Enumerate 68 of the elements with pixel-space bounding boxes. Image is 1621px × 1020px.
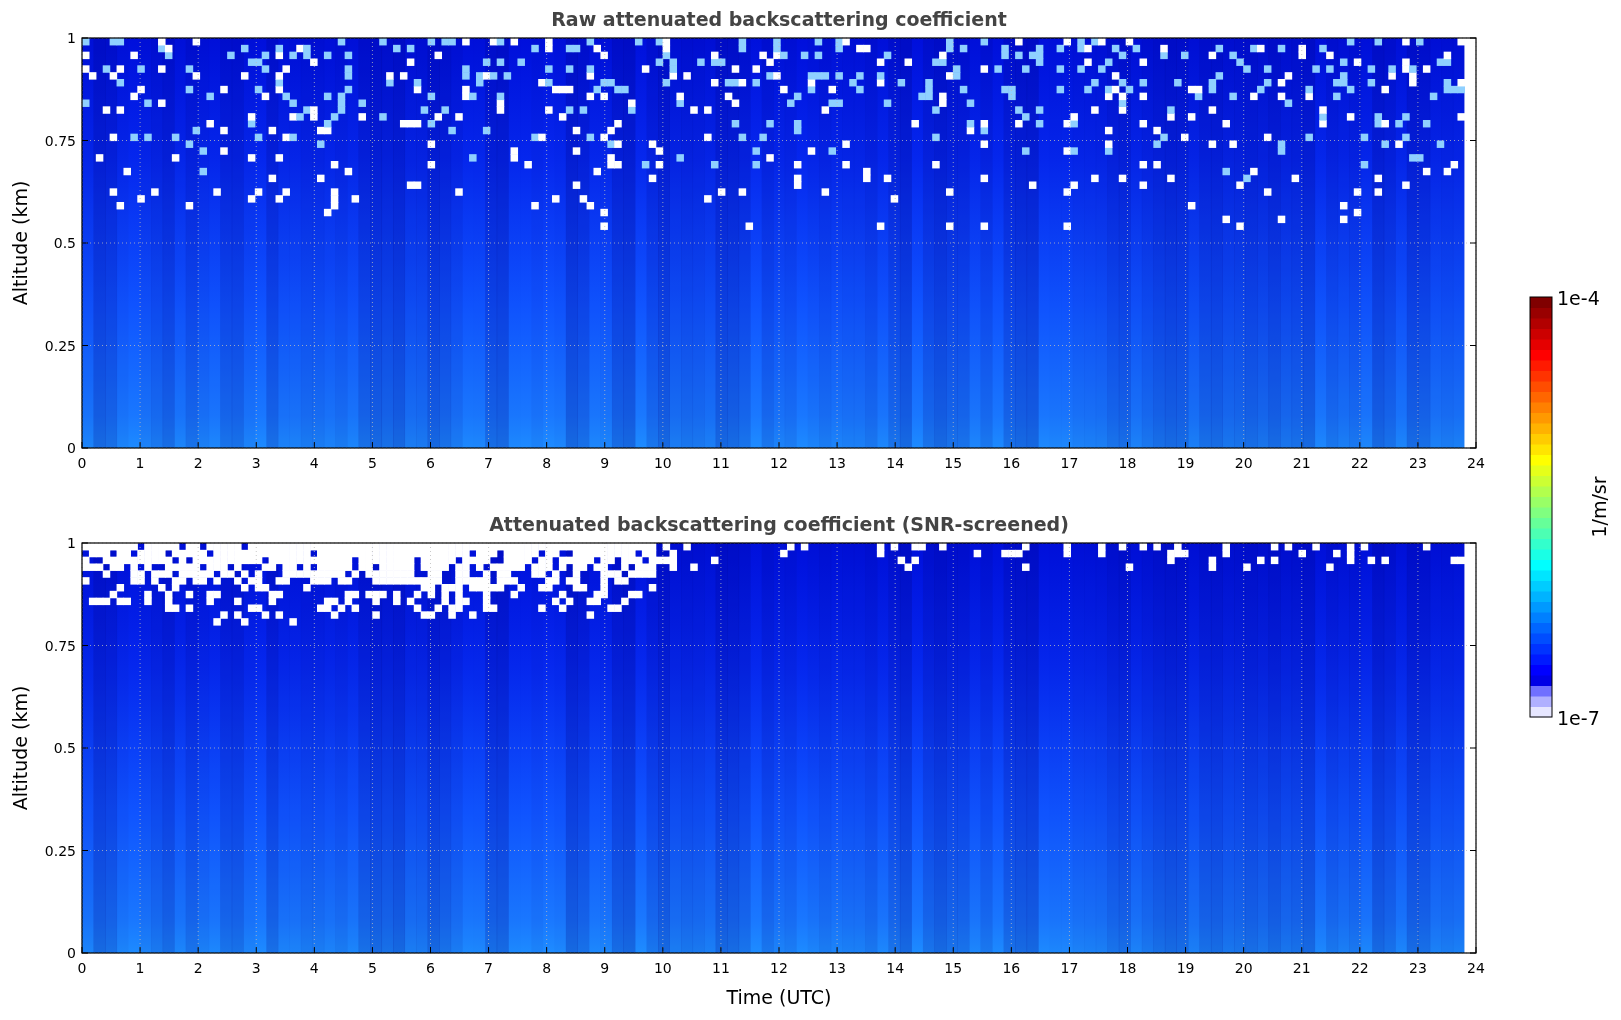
- plot-title: Attenuated backscattering coefficient (SNR-screened): [489, 513, 1069, 535]
- x-tick-label: 6: [426, 455, 435, 471]
- x-tick-label: 0: [77, 455, 87, 471]
- x-tick-label: 17: [1060, 455, 1079, 471]
- y-tick-label: 0: [67, 945, 76, 961]
- x-tick-label: 12: [770, 960, 788, 976]
- x-tick-label: 13: [828, 960, 846, 976]
- plot-title: Raw attenuated backscattering coefficient: [551, 8, 1007, 30]
- y-tick-label: 0.25: [44, 842, 76, 859]
- x-tick-label: 20: [1234, 455, 1253, 471]
- x-tick-label: 13: [828, 455, 846, 471]
- x-tick-label: 4: [309, 960, 319, 976]
- x-tick-label: 11: [712, 455, 730, 471]
- x-tick-label: 5: [367, 455, 377, 471]
- y-axis-label: Altitude (km): [9, 685, 31, 811]
- x-tick-label: 2: [193, 960, 203, 976]
- x-tick-label: 22: [1350, 455, 1369, 471]
- x-tick-label: 16: [1002, 960, 1021, 976]
- x-tick-label: 7: [484, 455, 494, 471]
- y-tick-label: 0.75: [44, 637, 76, 654]
- x-tick-label: 9: [600, 455, 610, 471]
- x-tick-label: 8: [542, 455, 552, 471]
- x-tick-label: 9: [600, 960, 610, 976]
- x-tick-label: 12: [770, 455, 788, 471]
- x-tick-label: 15: [944, 455, 963, 471]
- y-tick-label: 0.25: [44, 337, 76, 354]
- x-tick-label: 8: [542, 960, 552, 976]
- x-tick-label: 19: [1176, 960, 1195, 976]
- y-tick-label: 0.5: [53, 740, 76, 756]
- x-tick-label: 17: [1060, 960, 1079, 976]
- x-tick-label: 23: [1409, 960, 1427, 976]
- y-tick-label: 1: [67, 30, 76, 46]
- x-tick-label: 5: [367, 960, 377, 976]
- x-tick-label: 18: [1118, 455, 1137, 471]
- x-tick-label: 3: [251, 455, 261, 471]
- x-tick-label: 24: [1467, 960, 1485, 976]
- x-tick-label: 11: [712, 960, 730, 976]
- x-tick-label: 4: [309, 455, 319, 471]
- x-tick-label: 21: [1292, 455, 1311, 471]
- x-tick-label: 3: [251, 960, 261, 976]
- y-tick-label: 0: [67, 440, 76, 456]
- y-tick-label: 0.75: [44, 132, 76, 149]
- x-tick-label: 22: [1350, 960, 1369, 976]
- x-tick-label: 23: [1409, 455, 1427, 471]
- y-tick-label: 1: [67, 535, 76, 551]
- x-tick-label: 6: [426, 960, 435, 976]
- x-tick-label: 16: [1002, 455, 1021, 471]
- x-tick-label: 7: [484, 960, 494, 976]
- x-tick-label: 0: [77, 960, 87, 976]
- x-tick-label: 10: [653, 960, 672, 976]
- x-tick-label: 14: [886, 960, 905, 976]
- x-tick-label: 1: [135, 960, 145, 976]
- y-axis-label: Altitude (km): [9, 180, 31, 306]
- colorbar-label: 1/m/sr: [1588, 476, 1610, 538]
- y-tick-label: 0.5: [53, 235, 76, 251]
- x-tick-label: 10: [653, 455, 672, 471]
- x-axis-label: Time (UTC): [726, 986, 832, 1008]
- x-tick-label: 1: [135, 455, 145, 471]
- x-tick-label: 2: [193, 455, 203, 471]
- x-tick-label: 18: [1118, 960, 1137, 976]
- x-tick-label: 14: [886, 455, 905, 471]
- x-tick-label: 20: [1234, 960, 1253, 976]
- x-tick-label: 24: [1467, 455, 1485, 471]
- colorbar-min-label: 1e-7: [1557, 707, 1600, 729]
- x-tick-label: 21: [1292, 960, 1311, 976]
- colorbar-max-label: 1e-4: [1557, 287, 1600, 309]
- x-tick-label: 19: [1176, 455, 1195, 471]
- x-tick-label: 15: [944, 960, 963, 976]
